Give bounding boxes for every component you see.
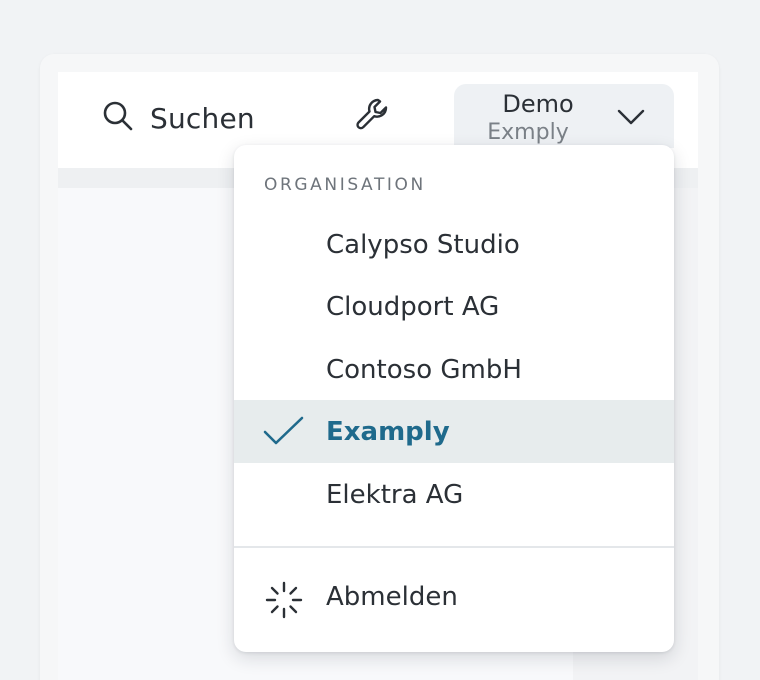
current-organisation: Exmply <box>487 120 569 145</box>
organisation-switcher[interactable]: Demo Exmply <box>454 84 674 148</box>
menu-item-examply[interactable]: Examply <box>234 400 674 463</box>
checkmark-icon <box>262 414 306 450</box>
menu-item-label: Elektra AG <box>326 479 464 510</box>
menu-item-label: Calypso Studio <box>326 229 520 260</box>
menu-item-label: Examply <box>326 416 450 447</box>
tools-button[interactable] <box>352 96 394 138</box>
menu-item-contoso-gmbh[interactable]: Contoso GmbH <box>234 338 674 401</box>
search-label: Suchen <box>150 101 255 135</box>
organisation-dropdown: ORGANISATION Calypso Studio Cloudport AG… <box>234 145 674 652</box>
menu-divider <box>234 546 674 548</box>
chevron-down-icon <box>614 100 648 134</box>
menu-heading: ORGANISATION <box>264 175 426 195</box>
search-button[interactable]: Suchen <box>100 96 255 140</box>
search-icon <box>100 98 136 138</box>
menu-item-cloudport-ag[interactable]: Cloudport AG <box>234 275 674 338</box>
menu-item-label: Cloudport AG <box>326 291 500 322</box>
menu-item-label: Contoso GmbH <box>326 354 522 385</box>
wrench-icon <box>353 95 393 139</box>
logout-button[interactable]: Abmelden <box>234 568 674 628</box>
logout-label: Abmelden <box>326 582 458 612</box>
menu-item-elektra-ag[interactable]: Elektra AG <box>234 463 674 526</box>
current-user-name: Demo <box>502 90 574 118</box>
menu-item-calypso-studio[interactable]: Calypso Studio <box>234 213 674 276</box>
